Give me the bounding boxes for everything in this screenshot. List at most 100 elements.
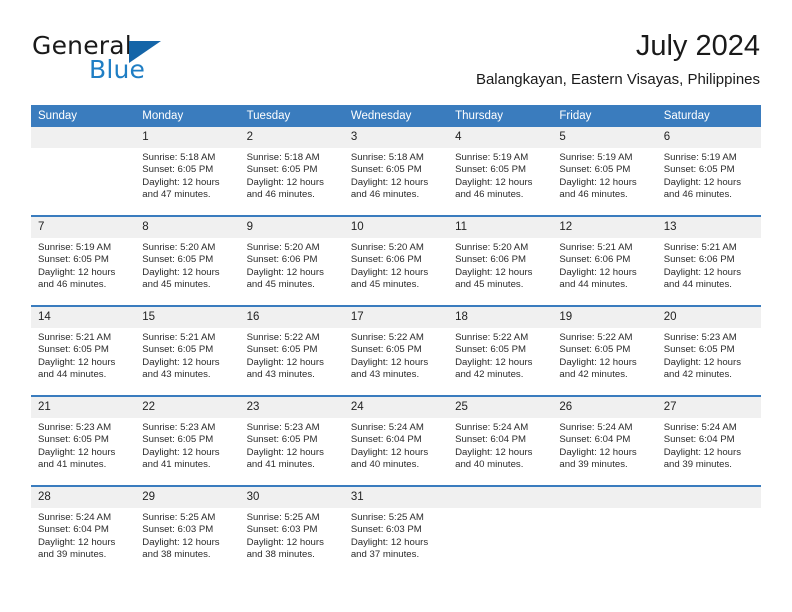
weekday-header-friday: Friday (552, 105, 657, 127)
day-detail-line: Sunset: 6:05 PM (38, 344, 109, 356)
day-number: 4 (448, 127, 553, 148)
day-cell-inner: 29 Sunrise: 5:25 AM Sunset: 6:03 PM Dayligh… (135, 487, 240, 575)
day-number: 3 (343, 127, 449, 148)
day-number: 29 (135, 487, 240, 508)
day-detail-line: Daylight: 12 hours (246, 266, 324, 278)
day-detail-line: Sunset: 6:04 PM (455, 434, 527, 446)
day-number: 25 (448, 397, 553, 418)
day-sun-details: Sunrise: 5:20 AM Sunset: 6:06 PM Daylight:… (344, 238, 448, 292)
calendar-day-cell[interactable]: 17 Sunrise: 5:22 AM Sunset: 6:05 PM Dayligh… (343, 305, 449, 396)
calendar-day-cell[interactable]: 19 Sunrise: 5:22 AM Sunset: 6:05 PM Dayligh… (552, 305, 657, 396)
calendar-day-cell[interactable]: 5 Sunrise: 5:19 AM Sunset: 6:05 PM Daylight… (552, 127, 657, 216)
calendar-day-cell[interactable]: 30 Sunrise: 5:25 AM Sunset: 6:03 PM Dayligh… (239, 485, 344, 575)
calendar-day-cell[interactable]: 18 Sunrise: 5:22 AM Sunset: 6:05 PM Dayligh… (448, 305, 553, 396)
day-detail-line: and 46 minutes. (559, 189, 628, 201)
day-detail-line: Sunset: 6:06 PM (559, 254, 631, 266)
calendar-day-cell[interactable]: 20 Sunrise: 5:23 AM Sunset: 6:05 PM Dayligh… (656, 305, 761, 396)
day-detail-line: Daylight: 12 hours (350, 356, 429, 368)
general-blue-logo[interactable]: General Blue (32, 32, 232, 88)
day-detail-line: Daylight: 12 hours (663, 356, 742, 368)
calendar-day-cell[interactable]: 13 Sunrise: 5:21 AM Sunset: 6:06 PM Dayligh… (656, 215, 761, 306)
day-sun-details: Sunrise: 5:22 AM Sunset: 6:05 PM Daylight:… (552, 328, 656, 382)
day-detail-line: and 41 minutes. (38, 459, 107, 471)
calendar-day-cell[interactable]: 11 Sunrise: 5:20 AM Sunset: 6:06 PM Dayligh… (448, 215, 553, 306)
day-cell-inner: 6 Sunrise: 5:19 AM Sunset: 6:05 PM Daylight… (656, 127, 761, 215)
page-header: General Blue July 2024 Balangkayan, East… (32, 28, 760, 98)
calendar-day-cell[interactable]: 1 Sunrise: 5:18 AM Sunset: 6:05 PM Daylight… (135, 127, 240, 216)
day-number: 30 (239, 487, 344, 508)
day-detail-line: Sunrise: 5:20 AM (142, 242, 216, 253)
day-detail-line: Daylight: 12 hours (455, 176, 533, 188)
day-number: 2 (239, 127, 344, 148)
day-detail-line: Daylight: 12 hours (246, 446, 324, 458)
day-detail-line: and 46 minutes. (246, 189, 315, 201)
calendar-day-cell[interactable]: 22 Sunrise: 5:23 AM Sunset: 6:05 PM Dayligh… (135, 395, 240, 486)
day-detail-line: Sunset: 6:04 PM (38, 524, 109, 536)
day-detail-line: and 41 minutes. (246, 459, 315, 471)
day-detail-line: and 42 minutes. (455, 369, 524, 381)
day-cell-inner: 1 Sunrise: 5:18 AM Sunset: 6:05 PM Daylight… (135, 127, 240, 215)
day-detail-line: and 42 minutes. (559, 369, 628, 381)
calendar-day-cell[interactable]: 12 Sunrise: 5:21 AM Sunset: 6:06 PM Dayligh… (552, 215, 657, 306)
day-detail-line: Sunrise: 5:19 AM (455, 152, 529, 163)
day-sun-details: Sunrise: 5:23 AM Sunset: 6:05 PM Daylight:… (135, 418, 239, 472)
calendar-day-cell[interactable]: 14 Sunrise: 5:21 AM Sunset: 6:05 PM Dayligh… (31, 305, 136, 396)
calendar-day-cell[interactable]: 29 Sunrise: 5:25 AM Sunset: 6:03 PM Dayligh… (135, 485, 240, 575)
day-detail-line: Sunset: 6:05 PM (350, 344, 422, 356)
day-detail-line: and 40 minutes. (455, 459, 524, 471)
day-detail-line: Sunset: 6:05 PM (142, 254, 214, 266)
calendar-week-row: 28 Sunrise: 5:24 AM Sunset: 6:04 PM Dayligh… (31, 485, 761, 575)
calendar-day-cell[interactable]: 15 Sunrise: 5:21 AM Sunset: 6:05 PM Dayligh… (135, 305, 240, 396)
day-number (552, 487, 657, 508)
calendar-day-cell[interactable]: 28 Sunrise: 5:24 AM Sunset: 6:04 PM Dayligh… (31, 485, 136, 575)
calendar-day-cell[interactable]: 10 Sunrise: 5:20 AM Sunset: 6:06 PM Dayligh… (343, 215, 449, 306)
day-detail-line: Daylight: 12 hours (246, 356, 324, 368)
calendar-day-cell[interactable]: 26 Sunrise: 5:24 AM Sunset: 6:04 PM Dayligh… (552, 395, 657, 486)
calendar-day-cell[interactable]: 16 Sunrise: 5:22 AM Sunset: 6:05 PM Dayligh… (239, 305, 344, 396)
day-sun-details: Sunrise: 5:21 AM Sunset: 6:06 PM Daylight:… (657, 238, 761, 292)
day-detail-line: and 46 minutes. (455, 189, 524, 201)
calendar-week-row: 7 Sunrise: 5:19 AM Sunset: 6:05 PM Daylight… (31, 215, 761, 306)
day-detail-line: and 45 minutes. (246, 279, 315, 291)
day-number: 15 (135, 307, 240, 328)
calendar-day-cell[interactable]: 2 Sunrise: 5:18 AM Sunset: 6:05 PM Daylight… (239, 127, 344, 216)
calendar-day-cell[interactable]: 3 Sunrise: 5:18 AM Sunset: 6:05 PM Daylight… (343, 127, 449, 216)
day-number (448, 487, 553, 508)
day-detail-line: Sunrise: 5:24 AM (38, 512, 112, 523)
day-detail-line: and 38 minutes. (142, 549, 211, 561)
day-detail-line: Sunset: 6:05 PM (663, 344, 735, 356)
day-detail-line: Sunrise: 5:22 AM (455, 332, 529, 343)
day-detail-line: Sunset: 6:03 PM (350, 524, 422, 536)
calendar-day-cell[interactable]: 21 Sunrise: 5:23 AM Sunset: 6:05 PM Dayligh… (31, 395, 136, 486)
calendar-day-cell[interactable]: 8 Sunrise: 5:20 AM Sunset: 6:05 PM Daylight… (135, 215, 240, 306)
day-cell-inner: 8 Sunrise: 5:20 AM Sunset: 6:05 PM Daylight… (135, 217, 240, 305)
calendar-day-cell[interactable]: 7 Sunrise: 5:19 AM Sunset: 6:05 PM Daylight… (31, 215, 136, 306)
day-detail-line: Sunset: 6:05 PM (455, 164, 527, 176)
day-cell-inner: 14 Sunrise: 5:21 AM Sunset: 6:05 PM Dayligh… (31, 307, 136, 395)
day-cell-inner: 20 Sunrise: 5:23 AM Sunset: 6:05 PM Dayligh… (656, 307, 761, 395)
calendar-day-cell[interactable]: 4 Sunrise: 5:19 AM Sunset: 6:05 PM Daylight… (448, 127, 553, 216)
day-detail-line: Daylight: 12 hours (350, 266, 429, 278)
calendar-day-cell[interactable]: 25 Sunrise: 5:24 AM Sunset: 6:04 PM Dayligh… (448, 395, 553, 486)
calendar-day-cell[interactable]: 24 Sunrise: 5:24 AM Sunset: 6:04 PM Dayligh… (343, 395, 449, 486)
calendar-day-cell[interactable]: 23 Sunrise: 5:23 AM Sunset: 6:05 PM Dayligh… (239, 395, 344, 486)
day-sun-details: Sunrise: 5:19 AM Sunset: 6:05 PM Daylight:… (31, 238, 135, 292)
day-detail-line: Sunrise: 5:19 AM (38, 242, 112, 253)
day-detail-line: Daylight: 12 hours (246, 176, 324, 188)
calendar-day-cell[interactable]: 9 Sunrise: 5:20 AM Sunset: 6:06 PM Daylight… (239, 215, 344, 306)
day-sun-details: Sunrise: 5:23 AM Sunset: 6:05 PM Daylight:… (31, 418, 135, 472)
day-detail-line: Daylight: 12 hours (559, 266, 637, 278)
calendar-day-cell[interactable]: 31 Sunrise: 5:25 AM Sunset: 6:03 PM Dayligh… (343, 485, 449, 575)
day-number: 13 (656, 217, 761, 238)
day-detail-line: Sunset: 6:05 PM (142, 434, 214, 446)
calendar-page: General Blue July 2024 Balangkayan, East… (0, 0, 792, 612)
sunrise-sunset-calendar-table: Sunday Monday Tuesday Wednesday Thursday Frid… (31, 105, 761, 575)
day-number: 17 (343, 307, 449, 328)
calendar-day-cell[interactable]: 6 Sunrise: 5:19 AM Sunset: 6:05 PM Daylight… (656, 127, 761, 216)
calendar-body: 1 Sunrise: 5:18 AM Sunset: 6:05 PM Daylight… (31, 127, 761, 575)
day-sun-details: Sunrise: 5:19 AM Sunset: 6:05 PM Daylight:… (552, 148, 656, 202)
day-detail-line: Sunset: 6:05 PM (350, 164, 422, 176)
calendar-day-cell[interactable]: 27 Sunrise: 5:24 AM Sunset: 6:04 PM Dayligh… (656, 395, 761, 486)
day-detail-line: Daylight: 12 hours (559, 446, 637, 458)
day-number: 24 (343, 397, 449, 418)
